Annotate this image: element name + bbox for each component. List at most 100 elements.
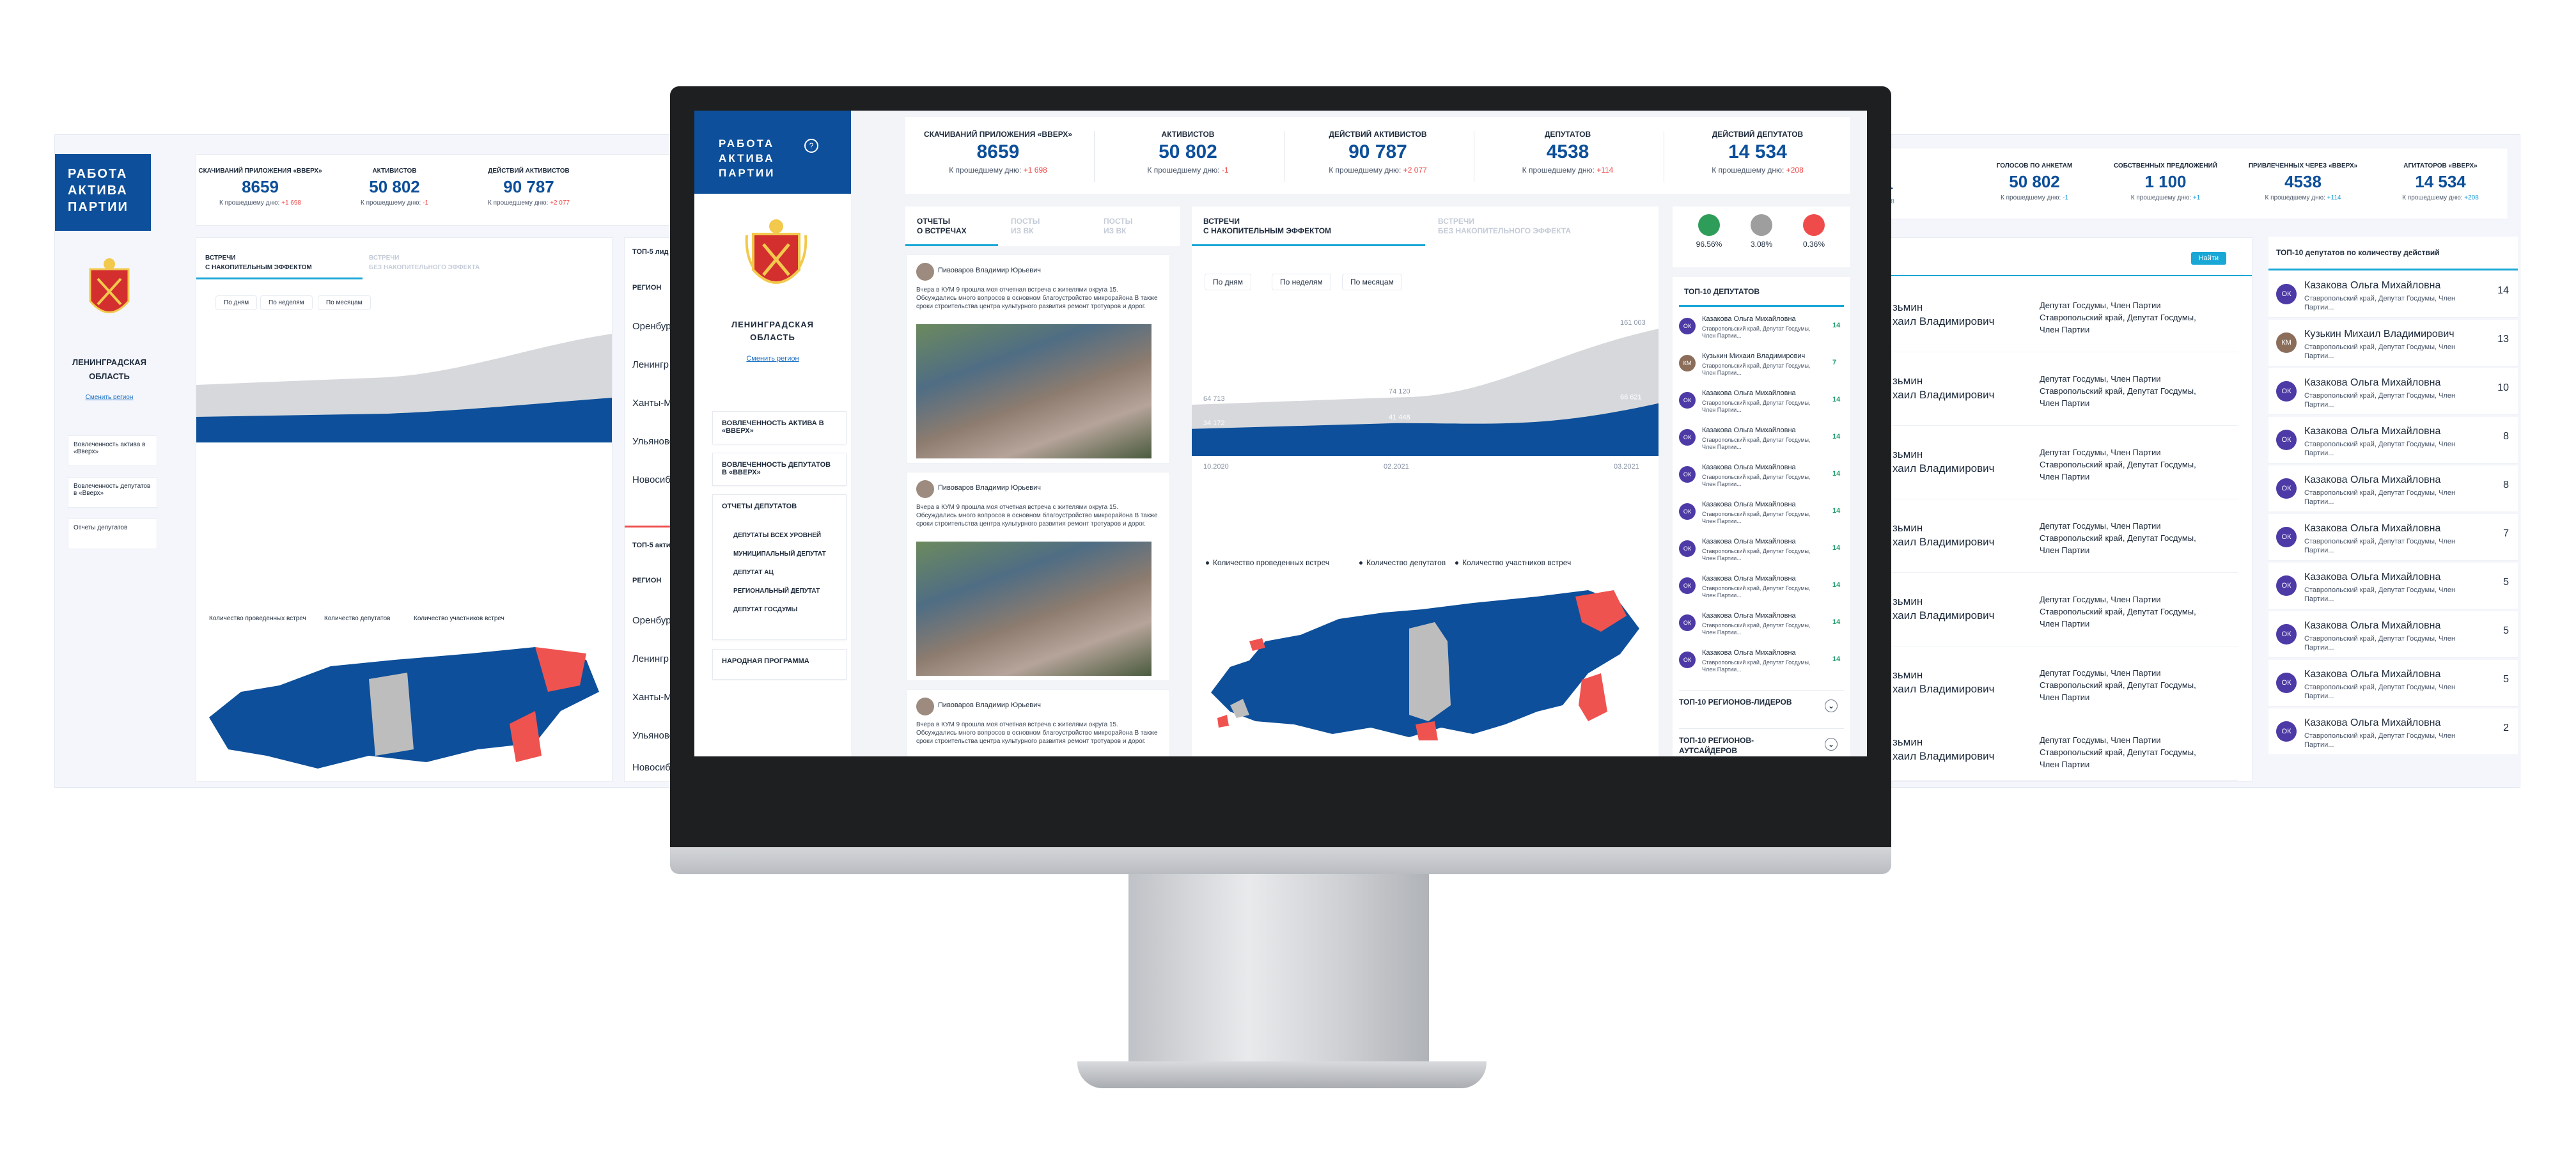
submenu-all-levels[interactable]: Депутаты всех уровней	[733, 532, 837, 539]
left-menu-item-1[interactable]: Вовлеченность актива в «Вверх»	[68, 435, 157, 466]
deputy-row-8[interactable]: ОК Казакова Ольга Михайловна Ставропольски…	[1679, 572, 1844, 608]
stat-deputy-actions-delta: +208	[1786, 166, 1804, 175]
right-top10-row-2[interactable]: КМ Кузькин Михаил Владимирович Ставропол…	[2268, 320, 2518, 366]
left-region-column-header-2: РЕГИОН	[632, 577, 662, 584]
deputy-row-2[interactable]: КМ Кузькин Михаил Владимирович Ставропольс…	[1679, 350, 1844, 386]
deputy-row-6-count: 14	[1832, 507, 1841, 515]
submenu-state-duma[interactable]: Депутат Госдумы	[733, 606, 837, 613]
right-top10-row-9[interactable]: ОК Казакова Ольга Михайловна Ставропольс…	[2268, 660, 2518, 707]
brand-title-line-1: РАБОТА	[719, 137, 775, 150]
russia-map[interactable]	[1205, 584, 1646, 750]
right-top10-row-3-count: 10	[2497, 382, 2509, 393]
left-stat-2-sub: К прошедшему дню: -1	[331, 199, 458, 207]
deputy-row-5[interactable]: ОК Казакова Ольга Михайловна Ставропольски…	[1679, 461, 1844, 497]
submenu-ac[interactable]: Депутат АЦ	[733, 569, 837, 576]
stat-deputies-value: 4538	[1546, 141, 1589, 162]
right-top10-row-1-name: Казакова Ольга Михайловна	[2304, 280, 2441, 291]
tab-vk-posts-1[interactable]: Посты из ВК	[1011, 217, 1040, 236]
area-chart: 64 713 74 120 161 003 34 172 41 448 66 621 10.…	[1192, 319, 1659, 471]
right-top10-row-3[interactable]: ОК Казакова Ольга Михайловна Ставропольс…	[2268, 368, 2518, 415]
change-region-link[interactable]: Сменить регион	[694, 355, 851, 363]
left-menu-item-2[interactable]: Вовлеченность депутатов в «Вверх»	[68, 477, 157, 508]
filter-months[interactable]: По месяцам	[1342, 274, 1402, 290]
right-top10-row-1[interactable]: ОК Казакова Ольга Михайловна Ставропольс…	[2268, 271, 2518, 318]
right-top10-row-10-meta: Ставропольский край, Депутат Госдумы, Чл…	[2304, 732, 2456, 749]
right-row-2-name-line-2: хаил Владимирович	[1893, 389, 1995, 401]
left-stat-2: Активистов 50 802 К прошедшему дню: -1	[331, 168, 458, 207]
right-table-row-6[interactable]: зьмин хаил Владимирович Депутат Госдумы, …	[1893, 649, 2238, 720]
right-table-row-4[interactable]: зьмин хаил Владимирович Депутат Госдумы, …	[1893, 502, 2238, 573]
right-top10-row-5[interactable]: ОК Казакова Ольга Михайловна Ставропольс…	[2268, 465, 2518, 512]
deputy-row-10[interactable]: ОК Казакова Ольга Михайловна Ставропольски…	[1679, 646, 1844, 682]
deputy-row-8-name: Казакова Ольга Михайловна	[1702, 575, 1796, 582]
left-change-region-link[interactable]: Сменить регион	[61, 394, 157, 401]
right-row-3-meta-line-1: Депутат Госдумы, Член Партии	[2040, 448, 2161, 457]
tab-non-cumulative[interactable]: Встречи без накопительного эффекта	[1438, 217, 1571, 236]
right-table-row-3[interactable]: зьмин хаил Владимирович Депутат Госдумы, …	[1893, 428, 2238, 499]
deputy-row-5-count: 14	[1832, 470, 1841, 478]
menu-item-people-program[interactable]: Народная программа	[712, 649, 847, 680]
post-1-photo[interactable]	[916, 324, 1151, 458]
filter-weeks[interactable]: По неделям	[1272, 274, 1331, 290]
top-leader-regions-toggle[interactable]: ТОП-10 регионов-лидеров ⌄	[1679, 690, 1844, 725]
right-find-button[interactable]: Найти	[2190, 252, 2226, 265]
deputy-row-5-avatar: ОК	[1679, 466, 1696, 483]
right-top10-row-1-meta: Ставропольский край, Депутат Госдумы, Чл…	[2304, 295, 2456, 311]
post-card-1[interactable]: Пивоваров Владимир Юрьевич Вчера в КУМ 9…	[907, 254, 1170, 464]
tab-cumulative[interactable]: Встречи с накопительным эффектом	[1203, 217, 1331, 236]
tab-meeting-reports[interactable]: Отчеты о встречах	[917, 217, 967, 236]
menu-item-activist-engagement[interactable]: Вовлеченность актива в «Вверх»	[712, 411, 847, 444]
post-2-photo[interactable]	[916, 542, 1151, 676]
stat-activist-actions-sub-label: К прошедшему дню:	[1329, 166, 1401, 175]
deputy-row-6[interactable]: ОК Казакова Ольга Михайловна Ставропольски…	[1679, 498, 1844, 534]
right-top10-row-7[interactable]: ОК Казакова Ольга Михайловна Ставропольс…	[2268, 563, 2518, 609]
left-stat-1-value: 8659	[242, 177, 279, 196]
left-tab-cumulative[interactable]: Встречи с накопительным эффектом	[205, 253, 312, 272]
right-top10-row-9-count: 5	[2503, 674, 2509, 685]
deputy-row-9[interactable]: ОК Казакова Ольга Михайловна Ставропольски…	[1679, 609, 1844, 645]
left-filter-weeks[interactable]: По неделям	[260, 295, 313, 310]
post-card-2[interactable]: Пивоваров Владимир Юрьевич Вчера в КУМ 9…	[907, 472, 1170, 681]
menu-item-deputy-engagement[interactable]: Вовлеченность депутатов в «Вверх»	[712, 453, 847, 486]
right-top10-row-6-avatar: ОК	[2276, 527, 2297, 547]
coat-of-arms-icon	[745, 219, 808, 284]
right-table-row-1[interactable]: зьмин хаил Владимирович Депутат Госдумы, …	[1893, 281, 2238, 352]
deputy-row-4[interactable]: ОК Казакова Ольга Михайловна Ставропольски…	[1679, 424, 1844, 460]
top-outsider-regions-toggle[interactable]: ТОП-10 регионов-аутсайдеров ⌄	[1679, 728, 1844, 756]
left-brand-line-1: РАБОТА	[68, 167, 128, 181]
filter-days[interactable]: По дням	[1205, 274, 1252, 290]
info-icon[interactable]: ?	[804, 139, 818, 153]
left-tab-non-cumulative[interactable]: Встречи без накопительного эффекта	[369, 253, 480, 272]
legend-participants: Количество участников встреч	[1455, 558, 1571, 567]
left-filter-months[interactable]: По месяцам	[318, 295, 371, 310]
right-stat-1-sub-label: К прошедшему дню:	[2000, 194, 2061, 201]
right-row-6-name-line-1: зьмин	[1893, 669, 1923, 681]
post-card-3[interactable]: Пивоваров Владимир Юрьевич Вчера в КУМ 9…	[907, 689, 1170, 756]
point-label-high-3: 161 003	[1620, 319, 1646, 327]
right-top10-row-8[interactable]: ОК Казакова Ольга Михайловна Ставропольс…	[2268, 611, 2518, 658]
left-stat-1-delta: +1 698	[281, 199, 301, 207]
left-background-screen: РАБОТА АКТИВА ПАРТИИ ЛЕНИНГРАДСКАЯ ОБЛАС…	[54, 134, 714, 788]
right-top10-row-10[interactable]: ОК Казакова Ольга Михайловна Ставропольс…	[2268, 708, 2518, 755]
deputy-row-1[interactable]: ОК Казакова Ольга Михайловна Ставропольски…	[1679, 313, 1844, 348]
left-filter-days[interactable]: По дням	[215, 295, 258, 310]
region-name-line-2: ОБЛАСТЬ	[750, 332, 795, 342]
menu-item-deputy-reports[interactable]: Отчеты депутатов Депутаты всех уровней М…	[712, 494, 847, 640]
submenu-municipal[interactable]: Муниципальный депутат	[733, 551, 837, 558]
top-deputies-title: ТОП-10 депутатов	[1684, 287, 1760, 296]
right-row-5-meta-line-2: Ставропольский край, Депутат Госдумы,	[2040, 607, 2196, 616]
right-table-row-5[interactable]: зьмин хаил Владимирович Депутат Госдумы, …	[1893, 575, 2238, 646]
deputy-row-3[interactable]: ОК Казакова Ольга Михайловна Ставропольски…	[1679, 387, 1844, 423]
right-table-row-2[interactable]: зьмин хаил Владимирович Депутат Госдумы, …	[1893, 355, 2238, 426]
left-legend-1: Количество проведенных встреч	[209, 615, 306, 622]
right-table-row-7[interactable]: зьмин хаил Владимирович Депутат Госдумы, …	[1893, 716, 2238, 781]
post-1-avatar	[916, 263, 934, 281]
deputy-row-7[interactable]: ОК Казакова Ольга Михайловна Ставропольски…	[1679, 535, 1844, 571]
right-top10-row-6[interactable]: ОК Казакова Ольга Михайловна Ставропольс…	[2268, 514, 2518, 561]
right-top10-row-4[interactable]: ОК Казакова Ольга Михайловна Ставропольс…	[2268, 417, 2518, 464]
deputy-row-3-avatar: ОК	[1679, 392, 1696, 409]
tab-vk-posts-2[interactable]: Посты из ВК	[1104, 217, 1132, 236]
left-menu-item-3[interactable]: Отчеты депутатов	[68, 519, 157, 549]
submenu-regional[interactable]: Региональный депутат	[733, 588, 837, 595]
deputy-row-1-avatar: ОК	[1679, 318, 1696, 334]
